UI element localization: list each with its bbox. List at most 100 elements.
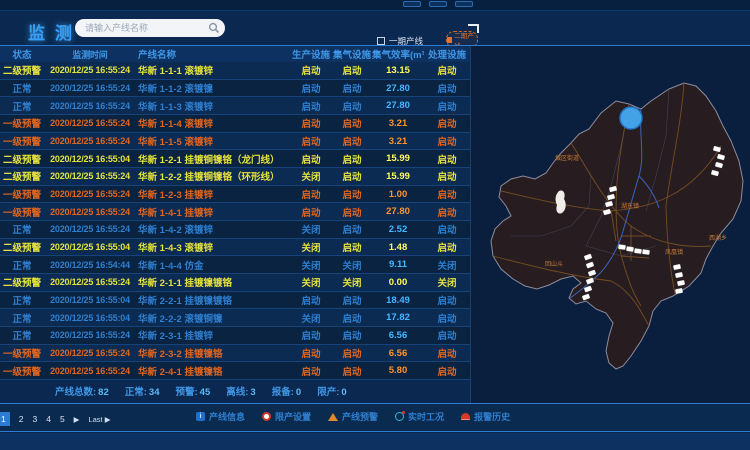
toolbar-button[interactable]: 报警历史 (461, 410, 510, 423)
table-row[interactable]: 二级预警2020/12/25 16:55:04华新 1-4-3 滚镀锌关闭启动1… (0, 239, 470, 257)
table-row[interactable]: 二级预警2020/12/25 16:55:24华新 2-1-1 挂镀镍镀铬关闭关… (0, 274, 470, 292)
table-row[interactable]: 一级预警2020/12/25 16:55:24华新 2-3-2 挂镀镍铬启动启动… (0, 345, 470, 363)
table-cell: 启动 (332, 222, 372, 236)
table-cell: 启动 (424, 152, 470, 166)
column-header[interactable]: 生产设施 (290, 47, 332, 61)
table-cell: 2020/12/25 16:54:44 (44, 260, 136, 270)
table-cell: 华新 1-1-3 滚镀锌 (136, 99, 290, 113)
table-cell: 启动 (290, 187, 332, 201)
map-panel[interactable]: 城区街道湖东镇回山斗凤凰镇西湖乡 (470, 46, 750, 403)
column-header[interactable]: 状态 (0, 47, 44, 61)
table-cell: 2020/12/25 16:55:24 (44, 101, 136, 111)
summary-item: 正常:34 (125, 384, 160, 398)
table-cell: 启动 (332, 169, 372, 183)
table-row[interactable]: 正常2020/12/25 16:55:04华新 2-2-2 滚镀铜镍关闭启动17… (0, 309, 470, 327)
table-cell: 正常 (0, 99, 44, 113)
table-cell: 启动 (424, 169, 470, 183)
table-row[interactable]: 一级预警2020/12/25 16:55:24华新 1-2-3 挂镀锌启动启动1… (0, 186, 470, 204)
table-row[interactable]: 正常2020/12/25 16:55:04华新 2-2-1 挂镀镍镀铬启动启动1… (0, 292, 470, 310)
map-place-label: 城区街道 (555, 154, 579, 162)
table-row[interactable]: 正常2020/12/25 16:55:24华新 1-4-2 滚镀锌关闭启动2.5… (0, 221, 470, 239)
table-row[interactable]: 一级预警2020/12/25 16:55:24华新 1-4-1 挂镀锌启动启动2… (0, 203, 470, 221)
page-button[interactable]: 4 (46, 414, 51, 424)
toolbar-button-label: 实时工况 (408, 410, 444, 423)
search-icon[interactable] (208, 22, 220, 34)
table-row[interactable]: 正常2020/12/25 16:55:24华新 1-1-2 滚镀镍启动启动27.… (0, 80, 470, 98)
toolbar-button-label: 限产设置 (275, 410, 311, 423)
table-row[interactable]: 正常2020/12/25 16:55:24华新 2-3-1 挂镀锌启动启动6.5… (0, 327, 470, 345)
table-cell: 启动 (424, 346, 470, 360)
last-page-button[interactable]: Last ▶ (88, 415, 110, 424)
table-cell: 关闭 (332, 258, 372, 272)
toolbar-button[interactable]: 实时工况 (395, 410, 444, 423)
page-button[interactable]: 1 (0, 412, 10, 426)
search-input[interactable] (75, 19, 225, 37)
next-page-button[interactable]: ▶ (74, 415, 80, 424)
table-row[interactable]: 二级预警2020/12/25 16:55:04华新 1-2-1 挂镀铜镍铬（龙门… (0, 150, 470, 168)
table-cell: 2020/12/25 16:55:24 (44, 83, 136, 93)
alert-circle-marker[interactable] (620, 107, 642, 129)
column-header[interactable]: 集气设施 (332, 47, 372, 61)
column-header[interactable]: 集气效率(m³/s) (372, 47, 424, 61)
table-header: 状态监测时间产线名称生产设施集气设施集气效率(m³/s)处理设施 (0, 46, 470, 62)
toolbar-button[interactable]: i产线信息 (196, 410, 245, 423)
toolbar: i产线信息 限产设置 产线预警 实时工况 报警历史 (196, 410, 510, 423)
table-cell: 2020/12/25 16:55:04 (44, 313, 136, 323)
table-cell: 2020/12/25 16:55:24 (44, 224, 136, 234)
table-cell: 1.00 (372, 189, 424, 200)
page-button[interactable]: 2 (19, 414, 24, 424)
table-cell: 2020/12/25 16:55:04 (44, 154, 136, 164)
table-cell: 华新 1-2-2 挂镀铜镍铬（环形线） (136, 169, 290, 183)
table-row[interactable]: 一级预警2020/12/25 16:55:24华新 1-1-5 滚镀锌启动启动3… (0, 133, 470, 151)
table-cell: 华新 1-4-3 滚镀锌 (136, 240, 290, 254)
table-cell: 二级预警 (0, 63, 44, 77)
factory-marker[interactable] (634, 248, 642, 253)
summary-value: 0 (341, 387, 346, 398)
table-row[interactable]: 二级预警2020/12/25 16:55:24华新 1-2-2 挂镀铜镍铬（环形… (0, 168, 470, 186)
column-header[interactable]: 产线名称 (136, 47, 290, 61)
table-cell: 正常 (0, 222, 44, 236)
table-cell: 一级预警 (0, 346, 44, 360)
table-cell: 华新 1-1-2 滚镀镍 (136, 81, 290, 95)
table-cell: 启动 (332, 364, 372, 378)
page-button[interactable]: 3 (32, 414, 37, 424)
table-cell: 2020/12/25 16:55:24 (44, 277, 136, 287)
table-cell: 正常 (0, 81, 44, 95)
factory-marker[interactable] (626, 246, 634, 251)
table-cell: 启动 (290, 205, 332, 219)
table-cell: 2020/12/25 16:55:04 (44, 242, 136, 252)
table-cell: 启动 (290, 99, 332, 113)
summary-item: 离线:3 (226, 384, 255, 398)
table-cell: 华新 1-1-5 滚镀锌 (136, 134, 290, 148)
toolbar-button[interactable]: 产线预警 (328, 410, 378, 423)
table-row[interactable]: 一级预警2020/12/25 16:55:24华新 2-4-1 挂镀镍铬启动启动… (0, 362, 470, 380)
table-cell: 2020/12/25 16:55:24 (44, 330, 136, 340)
table-cell: 一级预警 (0, 134, 44, 148)
table-cell: 一级预警 (0, 364, 44, 378)
factory-marker[interactable] (618, 244, 626, 249)
table-row[interactable]: 二级预警2020/12/25 16:55:24华新 1-1-1 滚镀锌启动启动1… (0, 62, 470, 80)
toolbar-button[interactable]: 限产设置 (262, 410, 311, 423)
table-cell: 15.99 (372, 153, 424, 164)
column-header[interactable]: 处理设施 (424, 47, 470, 61)
summary-item: 预警:45 (176, 384, 211, 398)
table-cell: 启动 (290, 63, 332, 77)
table-cell: 2020/12/25 16:55:24 (44, 207, 136, 217)
table-cell: 正常 (0, 328, 44, 342)
table-cell: 6.56 (372, 348, 424, 359)
table-row[interactable]: 正常2020/12/25 16:54:44华新 1-4-4 仿金关闭关闭9.11… (0, 256, 470, 274)
table-cell: 关闭 (290, 222, 332, 236)
table-row[interactable]: 正常2020/12/25 16:55:24华新 1-1-3 滚镀锌启动启动27.… (0, 97, 470, 115)
table-cell: 启动 (332, 240, 372, 254)
table-cell: 2.52 (372, 224, 424, 235)
column-header[interactable]: 监测时间 (44, 48, 136, 61)
table-cell: 启动 (332, 328, 372, 342)
page-button[interactable]: 5 (60, 414, 65, 424)
bottom-bar: 12345▶Last ▶ i产线信息限产设置产线预警实时工况报警历史 力嘉科技 … (0, 403, 750, 432)
factory-marker[interactable] (642, 249, 650, 254)
table-cell: 2020/12/25 16:55:04 (44, 295, 136, 305)
table-cell: 13.15 (372, 65, 424, 76)
table-row[interactable]: 一级预警2020/12/25 16:55:24华新 1-1-4 滚镀锌启动启动3… (0, 115, 470, 133)
table-cell: 关闭 (290, 258, 332, 272)
map-place-label: 回山斗 (545, 260, 563, 268)
